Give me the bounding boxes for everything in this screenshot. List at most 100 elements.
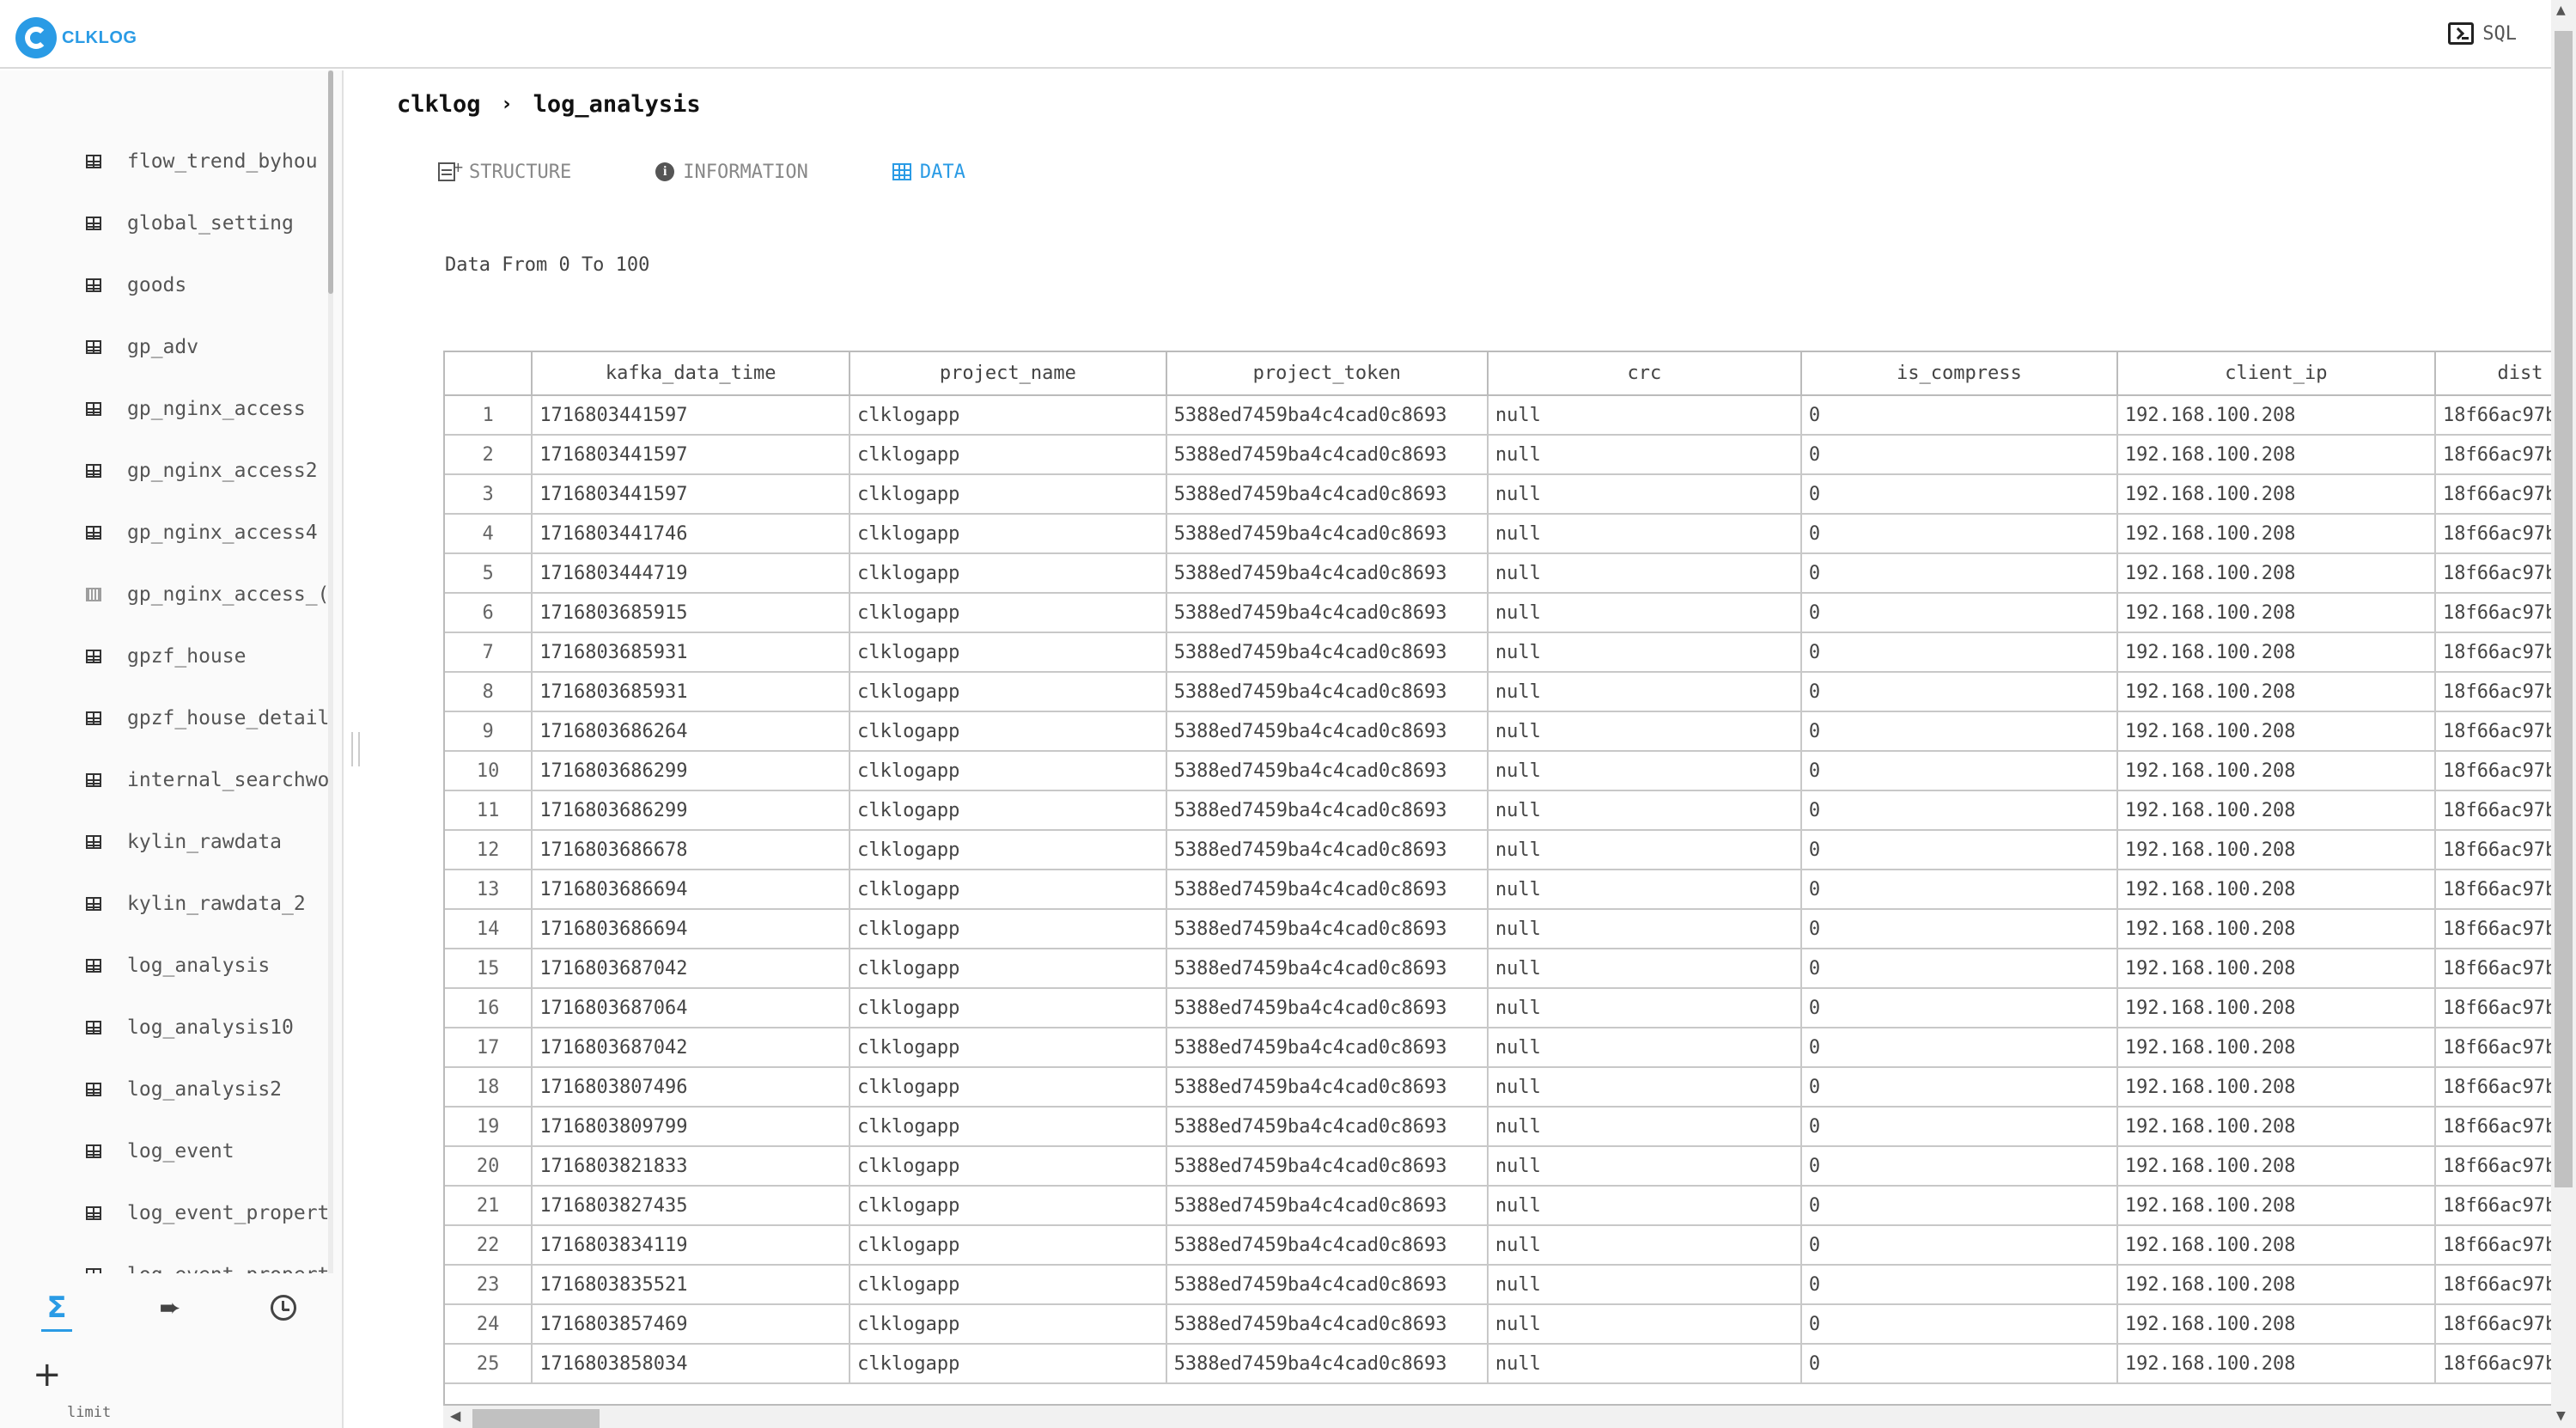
grid-cell[interactable]: 1716803686299 bbox=[532, 751, 851, 791]
grid-cell[interactable]: 192.168.100.208 bbox=[2116, 1186, 2436, 1226]
grid-cell[interactable]: 192.168.100.208 bbox=[2116, 949, 2436, 989]
grid-cell[interactable]: 1716803686299 bbox=[532, 790, 851, 831]
grid-cell[interactable]: 0 bbox=[1800, 1107, 2118, 1147]
grid-cell[interactable]: 1716803834119 bbox=[532, 1225, 851, 1266]
grid-cell[interactable]: null bbox=[1487, 870, 1802, 910]
grid-cell[interactable]: 5388ed7459ba4c4cad0c8693 bbox=[1166, 1146, 1489, 1187]
grid-cell[interactable]: 5388ed7459ba4c4cad0c8693 bbox=[1166, 1225, 1489, 1266]
grid-cell[interactable]: null bbox=[1487, 1186, 1802, 1226]
grid-cell[interactable]: 0 bbox=[1800, 790, 2118, 831]
table-row[interactable]: 24 1716803857469 clklogapp 5388ed7459ba4c4c… bbox=[445, 1304, 2576, 1345]
sidebar-table-item[interactable]: gpzf_house_detail bbox=[86, 701, 333, 735]
grid-cell[interactable]: 0 bbox=[1800, 1225, 2118, 1266]
grid-column-header[interactable]: kafka_data_time bbox=[532, 352, 851, 396]
grid-cell[interactable]: 1716803444719 bbox=[532, 553, 851, 594]
sidebar-table-item[interactable]: gp_nginx_access4 bbox=[86, 516, 333, 550]
table-row[interactable]: 1 1716803441597 clklogapp 5388ed7459ba4c4ca… bbox=[445, 395, 2576, 436]
sidebar-table-item[interactable]: gp_nginx_access2 bbox=[86, 454, 333, 488]
table-row[interactable]: 18 1716803807496 clklogapp 5388ed7459ba4c4c… bbox=[445, 1067, 2576, 1108]
grid-cell[interactable]: null bbox=[1487, 474, 1802, 515]
table-row[interactable]: 12 1716803686678 clklogapp 5388ed7459ba4c4c… bbox=[445, 830, 2576, 870]
sigma-icon[interactable]: Σ bbox=[41, 1291, 72, 1332]
grid-cell[interactable]: 192.168.100.208 bbox=[2116, 514, 2436, 554]
grid-cell[interactable]: 5388ed7459ba4c4cad0c8693 bbox=[1166, 1067, 1489, 1108]
table-row[interactable]: 22 1716803834119 clklogapp 5388ed7459ba4c4c… bbox=[445, 1225, 2576, 1266]
grid-cell[interactable]: null bbox=[1487, 1067, 1802, 1108]
grid-cell[interactable]: 5388ed7459ba4c4cad0c8693 bbox=[1166, 909, 1489, 949]
grid-cell[interactable]: 0 bbox=[1800, 474, 2118, 515]
grid-cell[interactable]: null bbox=[1487, 514, 1802, 554]
table-row[interactable]: 19 1716803809799 clklogapp 5388ed7459ba4c4c… bbox=[445, 1107, 2576, 1147]
grid-cell[interactable]: null bbox=[1487, 988, 1802, 1028]
grid-cell[interactable]: clklogapp bbox=[850, 514, 1167, 554]
grid-cell[interactable]: null bbox=[1487, 435, 1802, 475]
sidebar-table-item[interactable]: log_analysis bbox=[86, 949, 333, 983]
grid-cell[interactable]: 192.168.100.208 bbox=[2116, 1225, 2436, 1266]
grid-cell[interactable]: clklogapp bbox=[850, 830, 1167, 870]
sidebar-table-item[interactable]: log_event bbox=[86, 1134, 333, 1169]
grid-cell[interactable]: 192.168.100.208 bbox=[2116, 1107, 2436, 1147]
grid-cell[interactable]: 0 bbox=[1800, 672, 2118, 712]
grid-cell[interactable]: 0 bbox=[1800, 1146, 2118, 1187]
grid-scroll-left-arrow-icon[interactable]: ◀ bbox=[450, 1407, 460, 1424]
table-row[interactable]: 16 1716803687064 clklogapp 5388ed7459ba4c4c… bbox=[445, 988, 2576, 1028]
grid-column-header[interactable]: project_token bbox=[1166, 352, 1489, 396]
table-row[interactable]: 2 1716803441597 clklogapp 5388ed7459ba4c4ca… bbox=[445, 435, 2576, 475]
grid-cell[interactable]: clklogapp bbox=[850, 672, 1167, 712]
grid-cell[interactable]: clklogapp bbox=[850, 1225, 1167, 1266]
grid-cell[interactable]: clklogapp bbox=[850, 870, 1167, 910]
history-icon[interactable] bbox=[268, 1292, 299, 1323]
sidebar-table-item[interactable]: gp_adv bbox=[86, 330, 333, 364]
table-row[interactable]: 25 1716803858034 clklogapp 5388ed7459ba4c4c… bbox=[445, 1344, 2576, 1384]
grid-cell[interactable]: 192.168.100.208 bbox=[2116, 1067, 2436, 1108]
grid-cell[interactable]: clklogapp bbox=[850, 751, 1167, 791]
table-row[interactable]: 15 1716803687042 clklogapp 5388ed7459ba4c4c… bbox=[445, 949, 2576, 989]
add-button[interactable]: + bbox=[33, 1358, 62, 1392]
sidebar-scrollbar-thumb[interactable] bbox=[328, 70, 333, 294]
grid-cell[interactable]: 192.168.100.208 bbox=[2116, 1146, 2436, 1187]
table-row[interactable]: 10 1716803686299 clklogapp 5388ed7459ba4c4c… bbox=[445, 751, 2576, 791]
grid-cell[interactable]: null bbox=[1487, 790, 1802, 831]
grid-cell[interactable]: null bbox=[1487, 830, 1802, 870]
table-row[interactable]: 17 1716803687042 clklogapp 5388ed7459ba4c4c… bbox=[445, 1028, 2576, 1068]
sidebar-table-item[interactable]: log_event_propert bbox=[86, 1196, 333, 1230]
grid-cell[interactable]: 192.168.100.208 bbox=[2116, 1265, 2436, 1305]
grid-cell[interactable]: 0 bbox=[1800, 830, 2118, 870]
grid-cell[interactable]: 0 bbox=[1800, 553, 2118, 594]
grid-cell[interactable]: 1716803441597 bbox=[532, 395, 851, 436]
grid-cell[interactable]: 5388ed7459ba4c4cad0c8693 bbox=[1166, 632, 1489, 673]
table-row[interactable]: 14 1716803686694 clklogapp 5388ed7459ba4c4c… bbox=[445, 909, 2576, 949]
grid-cell[interactable]: 0 bbox=[1800, 1304, 2118, 1345]
sidebar-table-item[interactable]: log_event_propert bbox=[86, 1258, 333, 1275]
grid-cell[interactable]: 0 bbox=[1800, 909, 2118, 949]
grid-cell[interactable]: 192.168.100.208 bbox=[2116, 435, 2436, 475]
grid-cell[interactable]: clklogapp bbox=[850, 1107, 1167, 1147]
grid-cell[interactable]: 5388ed7459ba4c4cad0c8693 bbox=[1166, 751, 1489, 791]
grid-cell[interactable]: null bbox=[1487, 711, 1802, 752]
grid-cell[interactable]: 0 bbox=[1800, 514, 2118, 554]
sidebar-table-item[interactable]: gp_nginx_access bbox=[86, 392, 333, 426]
grid-cell[interactable]: 0 bbox=[1800, 1344, 2118, 1384]
table-row[interactable]: 6 1716803685915 clklogapp 5388ed7459ba4c4ca… bbox=[445, 593, 2576, 633]
grid-cell[interactable]: clklogapp bbox=[850, 435, 1167, 475]
sidebar-table-item[interactable]: flow_trend_byhou bbox=[86, 144, 333, 179]
table-row[interactable]: 21 1716803827435 clklogapp 5388ed7459ba4c4c… bbox=[445, 1186, 2576, 1226]
grid-cell[interactable]: null bbox=[1487, 909, 1802, 949]
grid-cell[interactable]: 1716803807496 bbox=[532, 1067, 851, 1108]
grid-cell[interactable]: 1716803685915 bbox=[532, 593, 851, 633]
grid-cell[interactable]: clklogapp bbox=[850, 395, 1167, 436]
grid-cell[interactable]: 0 bbox=[1800, 751, 2118, 791]
grid-cell[interactable]: 1716803686264 bbox=[532, 711, 851, 752]
grid-cell[interactable]: 192.168.100.208 bbox=[2116, 909, 2436, 949]
grid-cell[interactable]: 192.168.100.208 bbox=[2116, 711, 2436, 752]
grid-column-header[interactable]: client_ip bbox=[2116, 352, 2436, 396]
grid-cell[interactable]: 5388ed7459ba4c4cad0c8693 bbox=[1166, 395, 1489, 436]
sidebar-table-item[interactable]: kylin_rawdata_2 bbox=[86, 887, 333, 921]
grid-cell[interactable]: 0 bbox=[1800, 1265, 2118, 1305]
grid-cell[interactable]: clklogapp bbox=[850, 1186, 1167, 1226]
grid-cell[interactable]: 5388ed7459ba4c4cad0c8693 bbox=[1166, 593, 1489, 633]
table-row[interactable]: 13 1716803686694 clklogapp 5388ed7459ba4c4c… bbox=[445, 870, 2576, 910]
grid-cell[interactable]: clklogapp bbox=[850, 1304, 1167, 1345]
grid-cell[interactable]: null bbox=[1487, 1107, 1802, 1147]
table-row[interactable]: 11 1716803686299 clklogapp 5388ed7459ba4c4c… bbox=[445, 790, 2576, 831]
